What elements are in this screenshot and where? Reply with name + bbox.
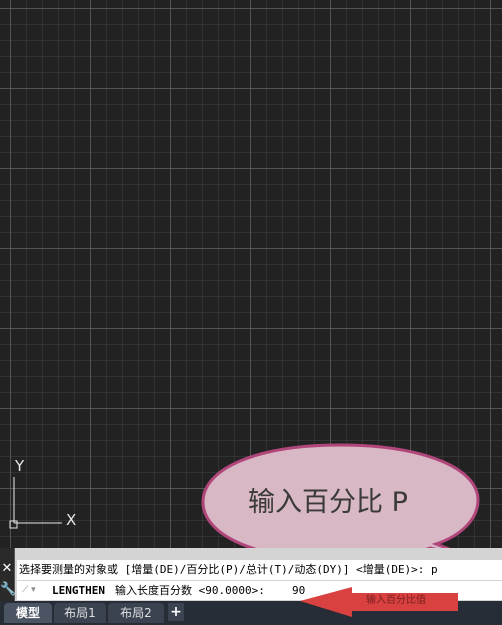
close-icon[interactable]: ✕: [0, 562, 14, 576]
annotation-arrow-text: 输入百分比值: [366, 595, 426, 606]
wrench-icon[interactable]: 🔧: [0, 582, 16, 598]
tab-layout2[interactable]: 布局2: [108, 603, 164, 623]
tab-layout1[interactable]: 布局1: [54, 603, 106, 623]
command-history-line: 选择要测量的对象或 [增量(DE)/百分比(P)/总计(T)/动态(DY)] <…: [17, 560, 502, 580]
command-name: LENGTHEN: [52, 584, 105, 597]
prompt-dropdown-icon[interactable]: ⟋ ▾: [22, 581, 36, 600]
ucs-icon: Y X: [0, 455, 90, 535]
callout-text: 输入百分比 P: [248, 487, 408, 518]
ucs-x-label: X: [66, 511, 77, 529]
command-prompt: 输入长度百分数 <90.0000>:: [115, 584, 265, 597]
ucs-y-label: Y: [15, 457, 25, 475]
add-tab-button[interactable]: +: [168, 603, 184, 621]
tab-model[interactable]: 模型: [4, 603, 52, 623]
